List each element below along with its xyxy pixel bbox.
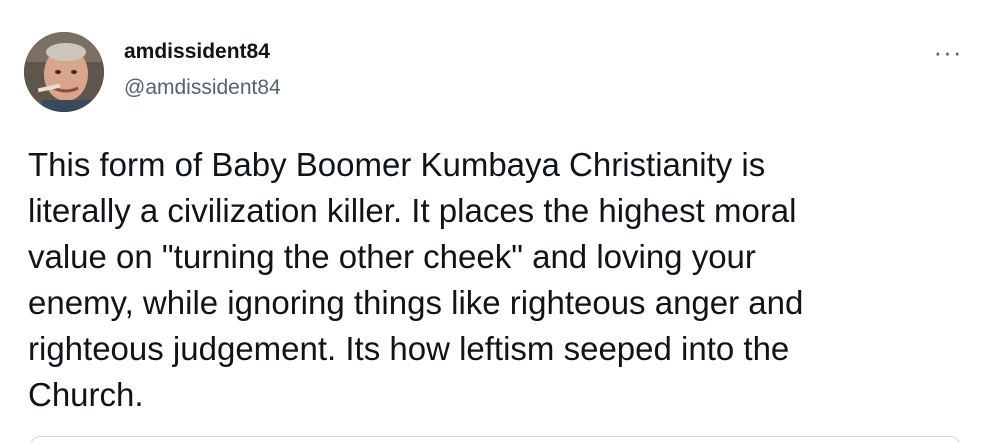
tweet-card: amdissident84 @amdissident84 ··· This fo… [0, 0, 984, 443]
author-display-name[interactable]: amdissident84 [124, 40, 270, 64]
more-options-button[interactable]: ··· [928, 38, 968, 66]
more-horizontal-icon: ··· [933, 37, 963, 67]
avatar-photo-icon [24, 32, 104, 112]
author-handle[interactable]: @amdissident84 [124, 76, 281, 100]
tweet-text: This form of Baby Boomer Kumbaya Christi… [28, 146, 804, 413]
media-card-edge [30, 436, 960, 443]
avatar[interactable] [24, 32, 104, 112]
